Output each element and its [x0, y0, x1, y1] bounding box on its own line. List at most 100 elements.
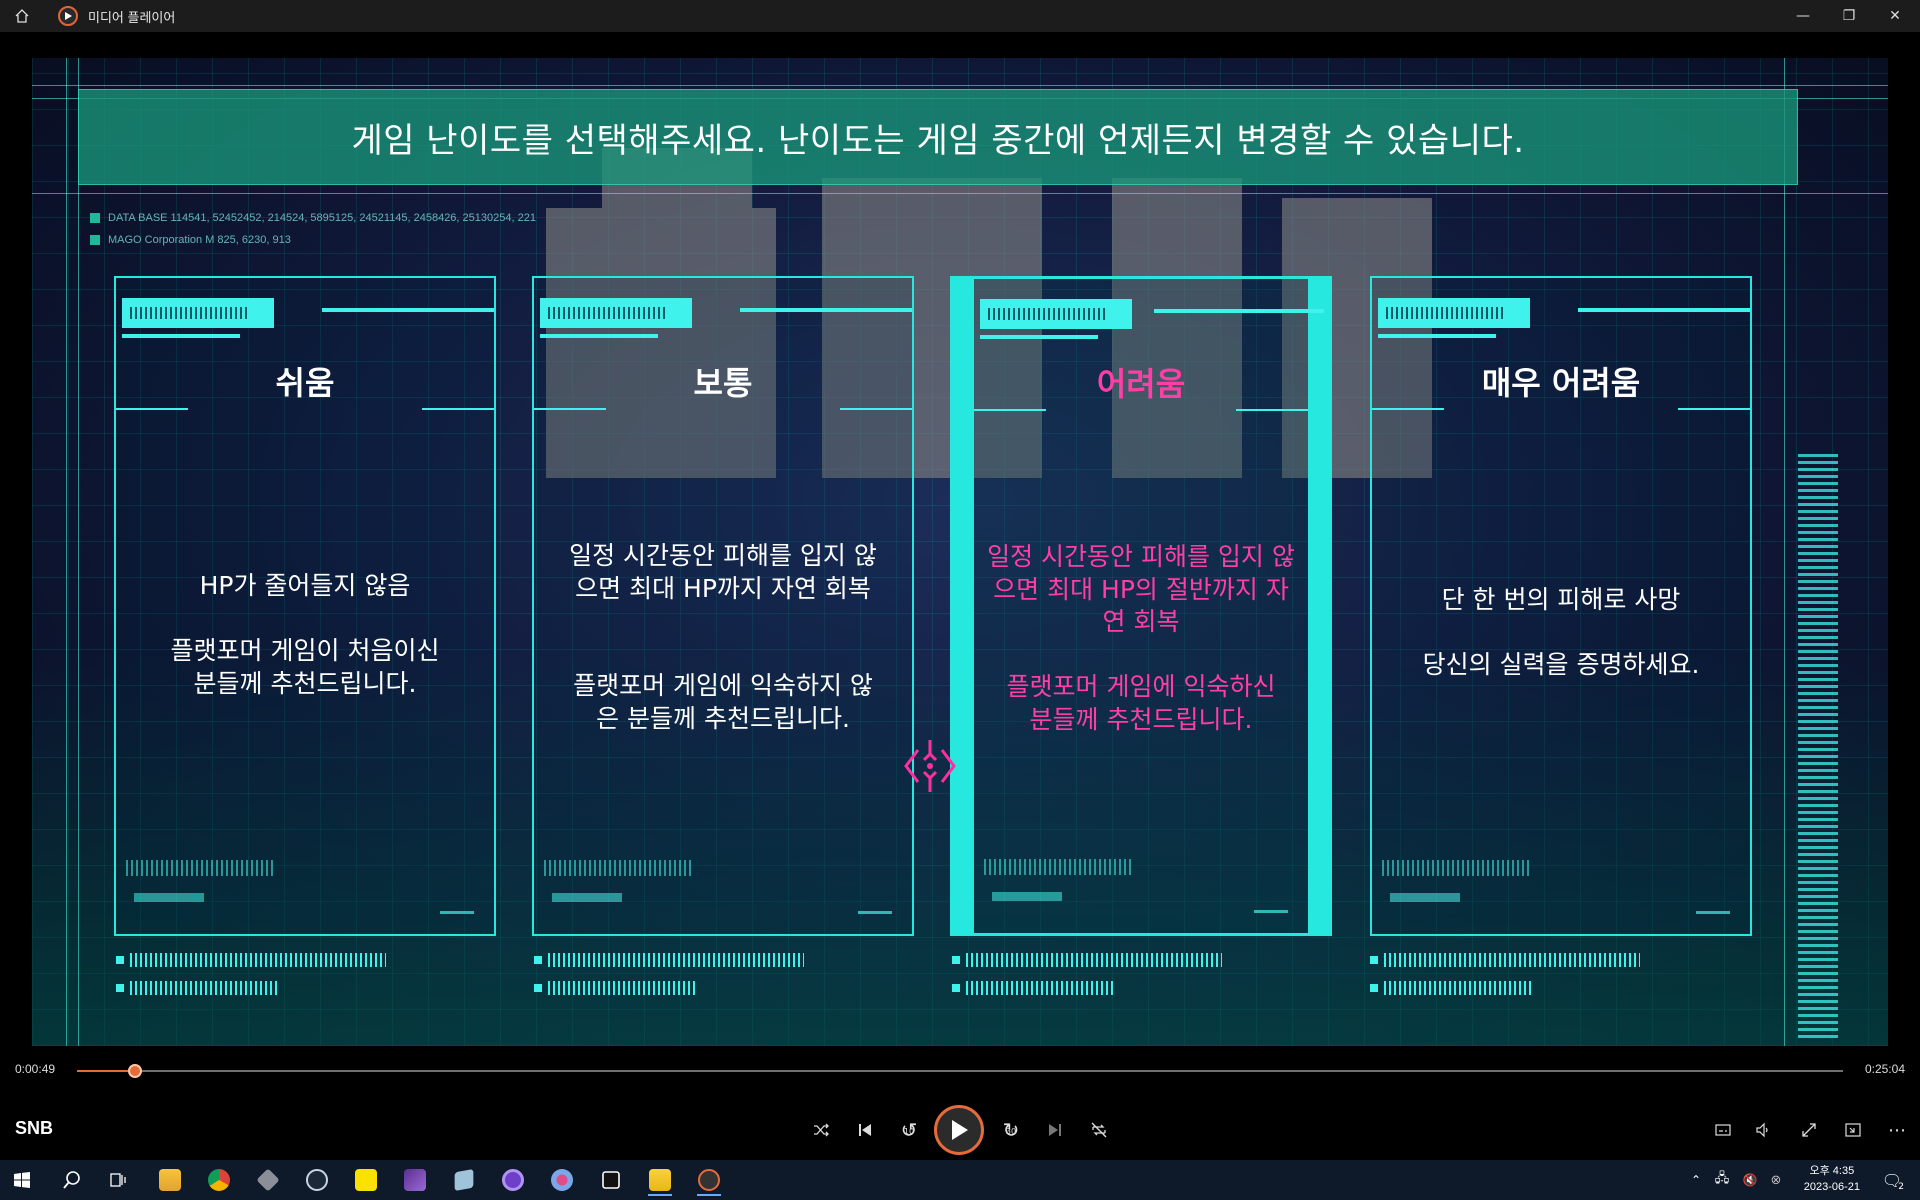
card-title: 쉬움 [275, 364, 335, 402]
hud-square [1370, 984, 1378, 992]
now-playing-title: SNB [15, 1118, 54, 1138]
rewind-button[interactable]: ↺ 10 [894, 1115, 924, 1145]
search-icon [63, 1171, 80, 1189]
hud-square [1370, 956, 1378, 964]
media-player-logo-icon [58, 6, 78, 26]
task-view-button[interactable] [98, 1164, 138, 1196]
chevron-up-icon: ⌃ [1690, 1173, 1702, 1187]
shuffle-icon [814, 1123, 829, 1137]
taskbar-media-player[interactable] [689, 1164, 729, 1196]
barcode-decoration [966, 981, 1114, 995]
card-description: 일정 시간동안 피해를 입지 않으면 최대 HP의 절반까지 자연 회복 [987, 542, 1295, 636]
taskbar-snipping-tool[interactable] [542, 1164, 582, 1196]
repeat-button[interactable] [1084, 1115, 1114, 1145]
minimize-button[interactable]: — [1780, 0, 1826, 32]
status-tray-button[interactable]: ⊗ [1764, 1164, 1788, 1196]
unity-icon [602, 1171, 620, 1189]
restore-button[interactable]: ❐ [1826, 0, 1872, 32]
taskbar-clock[interactable]: 오후 4:35 2023-06-21 [1804, 1163, 1860, 1195]
barcode-decoration [544, 860, 694, 876]
taskbar-github[interactable] [493, 1164, 533, 1196]
hud-bar [840, 408, 912, 410]
steam-icon [306, 1169, 328, 1191]
start-button[interactable] [2, 1164, 42, 1196]
close-icon: ✕ [1889, 8, 1901, 24]
seek-thumb[interactable] [127, 1064, 142, 1078]
card-title: 어려움 [1096, 365, 1186, 403]
minimize-icon: — [1796, 8, 1810, 24]
taskbar-file-explorer[interactable] [150, 1164, 190, 1196]
card-description: HP가 줄어들지 않음 [199, 571, 411, 600]
taskbar-chrome[interactable] [199, 1164, 239, 1196]
square-icon [90, 235, 100, 245]
hud-bar [422, 408, 494, 410]
taskbar-app-box[interactable] [248, 1164, 288, 1196]
difficulty-banner: 게임 난이도를 선택해주세요. 난이도는 게임 중간에 언제든지 변경할 수 있… [78, 89, 1798, 185]
taskbar-sticky-notes[interactable] [640, 1164, 680, 1196]
notification-center-button[interactable]: 🗨 2 [1872, 1164, 1912, 1196]
previous-button[interactable] [850, 1115, 880, 1145]
barcode-decoration [1382, 860, 1532, 876]
hud-line [32, 85, 1888, 86]
home-button[interactable] [0, 0, 44, 32]
taskbar-kakaotalk[interactable] [346, 1164, 386, 1196]
captions-button[interactable] [1708, 1115, 1738, 1145]
repeat-off-icon [1091, 1122, 1107, 1138]
windows-start-icon [14, 1172, 30, 1188]
database-line: DATA BASE 114541, 52452452, 214524, 5895… [90, 212, 536, 224]
rewind-label: 10 [903, 1126, 915, 1136]
volume-icon [1756, 1122, 1768, 1138]
shuffle-button[interactable] [806, 1115, 836, 1145]
video-stage[interactable]: 게임 난이도를 선택해주세요. 난이도는 게임 중간에 언제든지 변경할 수 있… [0, 32, 1920, 1046]
barcode-decoration [1384, 953, 1640, 967]
miniplayer-icon [1845, 1123, 1861, 1137]
forward-button[interactable]: ↻ 30 [996, 1115, 1026, 1145]
card-description: 일정 시간동안 피해를 입지 않으면 최대 HP까지 자연 회복 [569, 541, 877, 603]
next-button[interactable] [1040, 1115, 1070, 1145]
barcode-decoration [1384, 981, 1532, 995]
difficulty-card-very-hard[interactable]: 매우 어려움 단 한 번의 피해로 사망 당신의 실력을 증명하세요. [1370, 276, 1752, 936]
home-icon [15, 9, 29, 23]
hud-line [66, 58, 67, 1046]
vertical-barcode-decoration [1798, 453, 1838, 1038]
difficulty-card-normal[interactable]: 보통 일정 시간동안 피해를 입지 않으면 최대 HP까지 자연 회복 플랫포머… [532, 276, 914, 936]
taskbar-unity[interactable] [591, 1164, 631, 1196]
network-button[interactable]: 🖧 [1710, 1164, 1734, 1196]
hud-bar [1254, 910, 1288, 913]
hud-bar [974, 409, 1046, 411]
taskbar-visual-studio[interactable] [395, 1164, 435, 1196]
tray-overflow-button[interactable]: ⌃ [1684, 1164, 1708, 1196]
volume-button[interactable] [1748, 1115, 1778, 1145]
barcode-decoration [130, 953, 386, 967]
play-icon [952, 1120, 968, 1140]
seek-slider[interactable] [77, 1064, 1843, 1078]
taskbar-app-docs[interactable] [444, 1164, 484, 1196]
play-button[interactable] [934, 1105, 984, 1155]
windows-taskbar: ⌃ 🖧 🔇 ⊗ 오후 4:35 2023-06-21 🗨 2 [0, 1160, 1920, 1200]
fullscreen-icon [1802, 1123, 1816, 1137]
folder-icon [159, 1169, 181, 1191]
volume-tray-button[interactable]: 🔇 [1738, 1164, 1762, 1196]
fullscreen-button[interactable] [1794, 1115, 1824, 1145]
difficulty-card-hard[interactable]: 어려움 일정 시간동안 피해를 입지 않으면 최대 HP의 절반까지 자연 회복… [950, 276, 1332, 936]
hud-bar [540, 334, 658, 338]
restore-icon: ❐ [1842, 8, 1856, 24]
more-options-button[interactable]: ⋯ [1882, 1115, 1912, 1145]
hud-line [32, 193, 1888, 194]
barcode-tag [122, 298, 274, 328]
hud-square [534, 956, 542, 964]
card-title: 보통 [693, 364, 753, 402]
close-button[interactable]: ✕ [1872, 0, 1918, 32]
search-button[interactable] [52, 1164, 92, 1196]
chrome-icon [208, 1169, 230, 1191]
video-frame[interactable]: 게임 난이도를 선택해주세요. 난이도는 게임 중간에 언제든지 변경할 수 있… [32, 58, 1888, 1046]
notification-count: 2 [1898, 1182, 1904, 1192]
miniplayer-button[interactable] [1838, 1115, 1868, 1145]
clock-time: 오후 4:35 [1809, 1165, 1855, 1177]
taskbar-steam[interactable] [297, 1164, 337, 1196]
banner-text: 게임 난이도를 선택해주세요. 난이도는 게임 중간에 언제든지 변경할 수 있… [351, 120, 1525, 161]
barcode-decoration [548, 953, 804, 967]
card-recommendation: 플랫포머 게임이 처음이신 분들께 추천드립니다. [170, 636, 440, 698]
clock-date: 2023-06-21 [1803, 1181, 1860, 1193]
difficulty-card-easy[interactable]: 쉬움 HP가 줄어들지 않음 플랫포머 게임이 처음이신 분들께 추천드립니다. [114, 276, 496, 936]
